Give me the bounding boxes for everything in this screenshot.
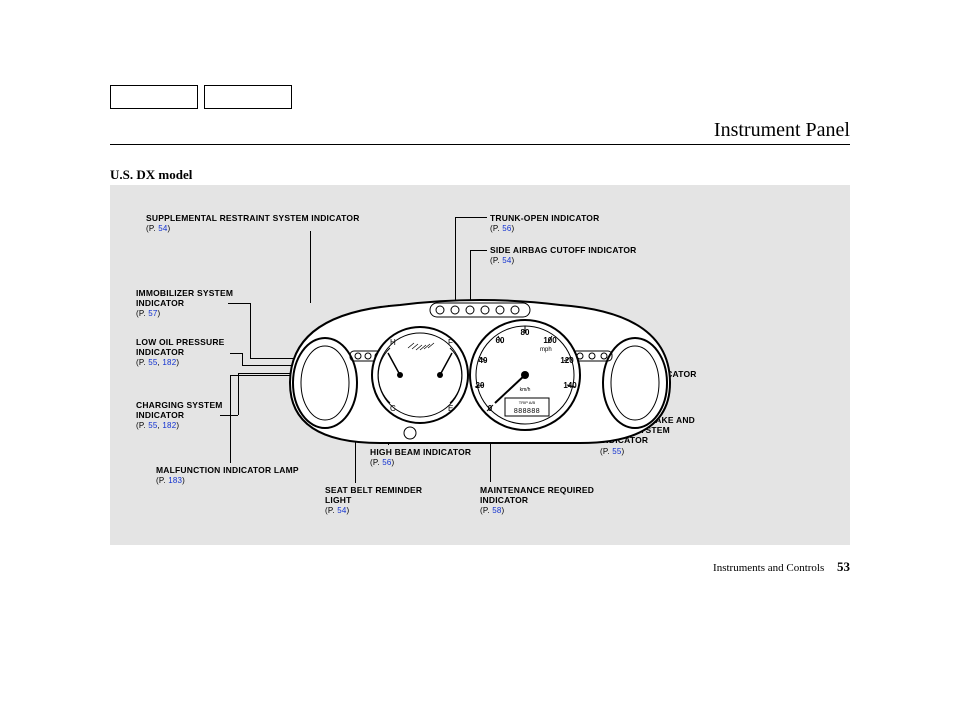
callout-label: CHARGING SYSTEM INDICATOR [136, 400, 223, 420]
callout-srs: SUPPLEMENTAL RESTRAINT SYSTEM INDICATOR … [146, 213, 386, 234]
callout-label: LOW OIL PRESSURE INDICATOR [136, 337, 225, 357]
odo-label: TRIP A/B [519, 400, 536, 405]
page-number: 53 [837, 559, 850, 574]
page-link[interactable]: 54 [158, 224, 167, 233]
page-link[interactable]: 55 [148, 358, 157, 367]
page-link[interactable]: 54 [502, 256, 511, 265]
manual-page: Instrument Panel U.S. DX model SUPPLEMEN… [110, 85, 850, 575]
callout-label: MALFUNCTION INDICATOR LAMP [156, 465, 299, 475]
tab-placeholder-1 [110, 85, 198, 109]
speed-unit: mph [540, 347, 552, 353]
instrument-panel-diagram: SUPPLEMENTAL RESTRAINT SYSTEM INDICATOR … [110, 185, 850, 545]
page-link[interactable]: 56 [382, 458, 391, 467]
page-subtitle: U.S. DX model [110, 167, 850, 183]
callout-label: SIDE AIRBAG CUTOFF INDICATOR [490, 245, 636, 255]
km-unit: km/h [520, 387, 531, 393]
callout-seatbelt: SEAT BELT REMINDER LIGHT (P. 54) [325, 485, 425, 516]
callout-pages: (P. 55, 182) [136, 421, 179, 430]
header-tabs [110, 85, 850, 109]
page-title: Instrument Panel [110, 119, 850, 145]
callout-trunk: TRUNK-OPEN INDICATOR (P. 56) [490, 213, 650, 234]
callout-maint: MAINTENANCE REQUIRED INDICATOR (P. 58) [480, 485, 620, 516]
page-link[interactable]: 182 [162, 421, 176, 430]
page-link[interactable]: 57 [148, 309, 157, 318]
fuel-empty: E [448, 404, 453, 413]
temp-cold: C [390, 404, 396, 413]
odo-value: 888888 [514, 408, 540, 415]
callout-pages: (P. 56) [490, 224, 514, 233]
page-footer: Instruments and Controls 53 [110, 559, 850, 575]
callout-pages: (P. 54) [146, 224, 170, 233]
temp-hot: H [390, 338, 396, 347]
fuel-full: F [448, 338, 453, 347]
callout-pages: (P. 54) [490, 256, 514, 265]
callout-pages: (P. 54) [325, 506, 349, 515]
page-link[interactable]: 56 [502, 224, 511, 233]
page-link[interactable]: 182 [162, 358, 176, 367]
callout-label: TRUNK-OPEN INDICATOR [490, 213, 599, 223]
callout-pages: (P. 56) [370, 458, 394, 467]
page-link[interactable]: 54 [337, 506, 346, 515]
page-link[interactable]: 55 [148, 421, 157, 430]
callout-pages: (P. 57) [136, 309, 160, 318]
svg-text:100: 100 [543, 336, 557, 345]
svg-text:120: 120 [560, 356, 574, 365]
callout-label: SUPPLEMENTAL RESTRAINT SYSTEM INDICATOR [146, 213, 360, 223]
page-link[interactable]: 58 [492, 506, 501, 515]
callout-pages: (P. 58) [480, 506, 504, 515]
callout-label: MAINTENANCE REQUIRED INDICATOR [480, 485, 594, 505]
callout-label: SEAT BELT REMINDER LIGHT [325, 485, 422, 505]
gauge-cluster-illustration: H C F E [280, 293, 680, 453]
callout-pages: (P. 183) [156, 476, 185, 485]
callout-mil: MALFUNCTION INDICATOR LAMP (P. 183) [156, 465, 326, 486]
callout-sideairbag: SIDE AIRBAG CUTOFF INDICATOR (P. 54) [490, 245, 690, 266]
callout-pages: (P. 55, 182) [136, 358, 179, 367]
page-link[interactable]: 183 [168, 476, 182, 485]
tab-placeholder-2 [204, 85, 292, 109]
callout-label: IMMOBILIZER SYSTEM INDICATOR [136, 288, 233, 308]
footer-section: Instruments and Controls [713, 562, 824, 574]
